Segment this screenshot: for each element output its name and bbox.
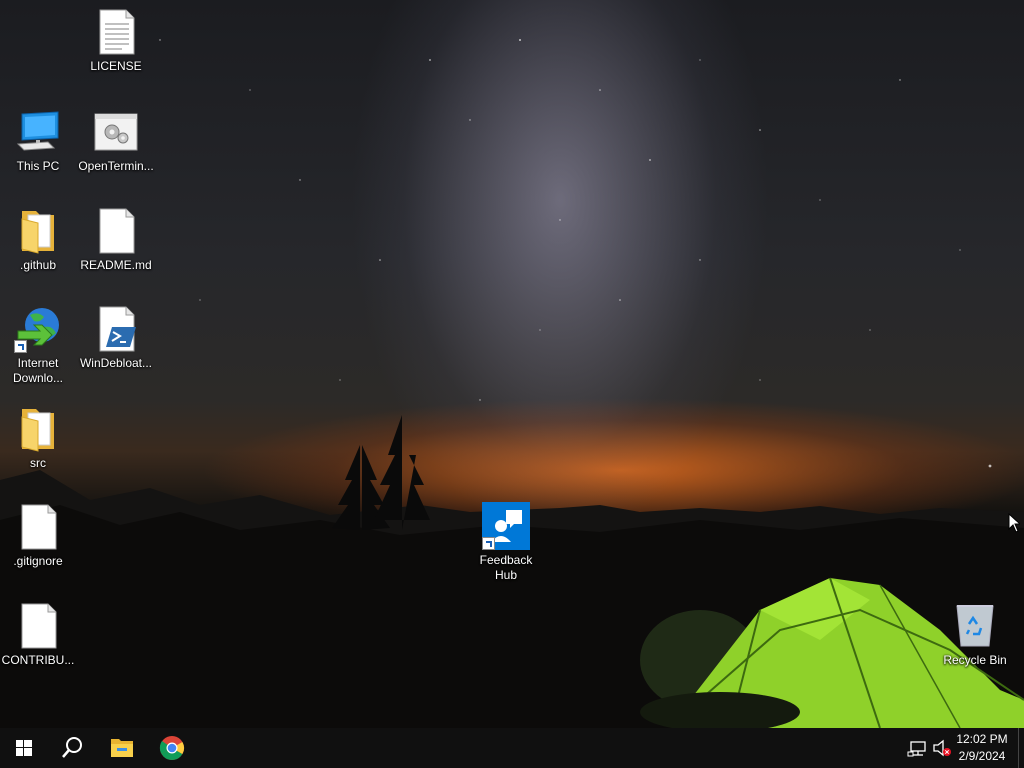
- folder-icon: [111, 739, 133, 757]
- desktop-icon-contributing[interactable]: CONTRIBU...: [0, 602, 76, 668]
- desktop-icon-recycle-bin[interactable]: Recycle Bin: [937, 602, 1013, 668]
- desktop-icon-this-pc[interactable]: This PC: [0, 108, 76, 174]
- desktop-icon-label: .gitignore: [13, 554, 63, 568]
- folder-icon: [14, 405, 62, 453]
- settings-file-icon: [92, 108, 140, 156]
- desktop-icon-label: This PC: [16, 159, 60, 173]
- search-icon: [62, 737, 82, 758]
- clock[interactable]: 12:02 PM 2/9/2024: [952, 731, 1012, 765]
- windows-logo-icon: [16, 740, 32, 756]
- desktop-icon-windebloater[interactable]: WinDebloat...: [78, 305, 154, 371]
- show-desktop-button[interactable]: [1018, 728, 1024, 768]
- text-file-icon: [92, 8, 140, 56]
- blank-file-icon: [14, 503, 62, 551]
- volume-muted-icon: [933, 739, 951, 757]
- taskbar: 12:02 PM 2/9/2024: [0, 728, 1024, 768]
- blank-file-icon: [92, 207, 140, 255]
- desktop-icon-gitignore[interactable]: .gitignore: [0, 503, 76, 569]
- start-button[interactable]: [0, 728, 48, 768]
- desktop-icon-openterminal[interactable]: OpenTermin...: [78, 108, 154, 174]
- desktop-icon-license[interactable]: LICENSE: [78, 8, 154, 74]
- desktop-icon-label: .github: [19, 258, 57, 272]
- clock-date: 2/9/2024: [958, 749, 1006, 763]
- blank-file-icon: [14, 602, 62, 650]
- computer-icon: [14, 108, 62, 156]
- desktop-icon-label: CONTRIBU...: [1, 653, 75, 667]
- desktop-icon-internet-download-manager[interactable]: Internet Downlo...: [0, 305, 76, 386]
- desktop-icon-feedback-hub[interactable]: Feedback Hub: [468, 502, 544, 583]
- chrome-icon: [159, 736, 185, 761]
- desktop-icon-label: OpenTermin...: [78, 159, 154, 173]
- shortcut-arrow-icon: [482, 537, 495, 550]
- desktop-icon-label: Internet Downlo...: [12, 356, 64, 385]
- desktop-icon-src-folder[interactable]: src: [0, 405, 76, 471]
- clock-time: 12:02 PM: [956, 732, 1008, 746]
- file-explorer-button[interactable]: [98, 728, 146, 768]
- desktop-icon-github-folder[interactable]: .github: [0, 207, 76, 273]
- recycle-bin-icon: [951, 602, 999, 650]
- mouse-cursor-icon: [1008, 513, 1020, 533]
- desktop-icon-readme[interactable]: README.md: [78, 207, 154, 273]
- volume-tray-button[interactable]: [930, 728, 954, 768]
- powershell-script-icon: [92, 305, 140, 353]
- search-button[interactable]: [48, 728, 96, 768]
- desktop[interactable]: LICENSE This PC OpenTermin... .github RE…: [0, 0, 1024, 728]
- desktop-icon-label: Feedback Hub: [479, 553, 533, 582]
- chrome-button[interactable]: [148, 728, 196, 768]
- folder-icon: [14, 207, 62, 255]
- desktop-icon-label: README.md: [80, 258, 152, 272]
- desktop-icon-label: Recycle Bin: [943, 653, 1007, 667]
- desktop-icon-label: WinDebloat...: [79, 356, 153, 370]
- network-icon: [907, 741, 926, 757]
- desktop-icon-label: LICENSE: [90, 59, 142, 73]
- shortcut-arrow-icon: [14, 340, 27, 353]
- desktop-icon-label: src: [30, 456, 46, 470]
- internet-download-manager-icon: [14, 305, 62, 353]
- feedback-hub-icon: [482, 502, 530, 550]
- network-tray-button[interactable]: [906, 728, 930, 768]
